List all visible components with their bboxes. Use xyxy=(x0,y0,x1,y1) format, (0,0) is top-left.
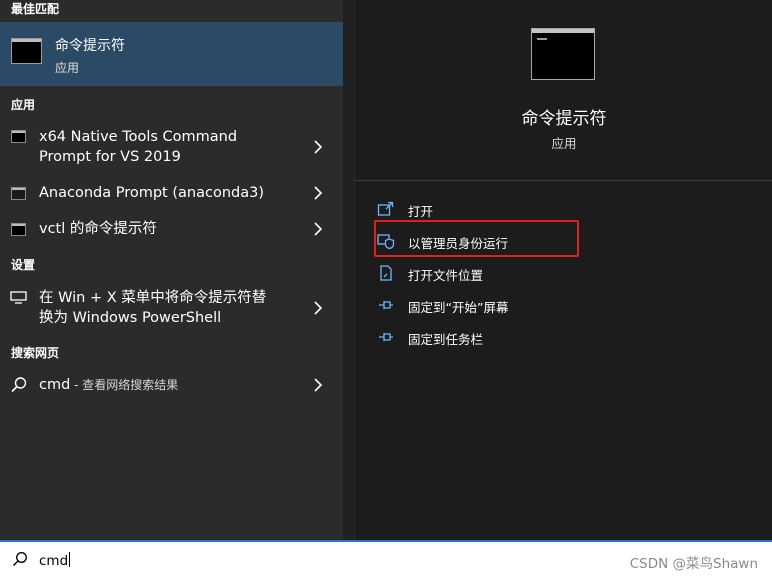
preview-panel: 命令提示符 应用 打开 以管理员身份运行 打开文件位置 固定到“开始”屏幕 固定… xyxy=(354,0,772,540)
results-panel: 最佳匹配 命令提示符 应用 应用 x64 Native Tools Comman… xyxy=(0,0,343,540)
settings-header: 设置 xyxy=(11,258,36,272)
action-label: 打开文件位置 xyxy=(408,268,484,283)
chevron-right-icon[interactable] xyxy=(312,221,324,237)
chevron-right-icon[interactable] xyxy=(312,300,324,316)
watermark: CSDN @菜鸟Shawn xyxy=(629,556,758,572)
file-location-icon xyxy=(380,265,392,281)
open-icon xyxy=(377,201,394,216)
preview-subtitle: 应用 xyxy=(551,136,577,151)
divider xyxy=(355,180,772,181)
app-label-line2: Prompt for VS 2019 xyxy=(39,149,181,165)
highlight-annotation xyxy=(374,220,579,257)
web-search-label: cmd - 查看网络搜索结果 xyxy=(39,375,178,395)
best-match-name: 命令提示符 xyxy=(55,38,125,54)
action-label: 固定到“开始”屏幕 xyxy=(408,300,509,315)
pin-icon xyxy=(379,301,393,309)
chevron-right-icon[interactable] xyxy=(312,139,324,155)
text-caret xyxy=(69,552,71,567)
web-suffix: - 查看网络搜索结果 xyxy=(70,378,179,392)
chevron-right-icon[interactable] xyxy=(312,377,324,393)
web-search-item[interactable]: cmd - 查看网络搜索结果 xyxy=(0,373,343,397)
list-item[interactable]: Anaconda Prompt (anaconda3) xyxy=(0,182,343,206)
preview-title: 命令提示符 xyxy=(521,109,607,129)
best-match-header: 最佳匹配 xyxy=(11,2,60,16)
search-bar[interactable]: cmd CSDN @菜鸟Shawn xyxy=(0,540,772,577)
command-prompt-icon xyxy=(531,28,595,80)
action-label: 固定到任务栏 xyxy=(408,332,484,347)
app-label-line1: x64 Native Tools Command xyxy=(39,129,238,145)
search-icon xyxy=(11,377,27,393)
best-match-type: 应用 xyxy=(55,61,80,75)
panel-gap xyxy=(343,0,354,540)
app-label-line1: vctl 的命令提示符 xyxy=(39,221,157,237)
list-item[interactable]: 在 Win + X 菜单中将命令提示符替 换为 Windows PowerShe… xyxy=(0,286,343,332)
action-label: 打开 xyxy=(408,204,434,219)
search-query: cmd xyxy=(39,553,69,569)
open-action[interactable]: 打开 xyxy=(377,198,757,220)
monitor-icon xyxy=(10,291,27,304)
open-file-location-action[interactable]: 打开文件位置 xyxy=(377,262,757,284)
apps-header: 应用 xyxy=(11,98,36,112)
web-query: cmd xyxy=(39,377,71,393)
command-prompt-icon xyxy=(11,38,42,64)
web-header: 搜索网页 xyxy=(11,346,60,360)
pin-to-start-action[interactable]: 固定到“开始”屏幕 xyxy=(377,294,757,316)
anaconda-prompt-icon xyxy=(11,187,26,200)
search-icon xyxy=(12,552,27,567)
pin-to-taskbar-action[interactable]: 固定到任务栏 xyxy=(377,326,757,348)
list-item[interactable]: vctl 的命令提示符 xyxy=(0,218,343,242)
setting-label-line1: 在 Win + X 菜单中将命令提示符替 xyxy=(39,290,267,306)
terminal-icon xyxy=(11,130,26,143)
list-item[interactable]: x64 Native Tools Command Prompt for VS 2… xyxy=(0,125,343,171)
search-input[interactable]: cmd xyxy=(39,552,71,569)
terminal-icon xyxy=(11,223,26,236)
chevron-right-icon[interactable] xyxy=(312,185,324,201)
app-label-line1: Anaconda Prompt (anaconda3) xyxy=(39,185,264,201)
pin-icon xyxy=(379,333,393,341)
best-match-item[interactable]: 命令提示符 应用 xyxy=(0,22,343,86)
setting-label-line2: 换为 Windows PowerShell xyxy=(39,310,222,326)
